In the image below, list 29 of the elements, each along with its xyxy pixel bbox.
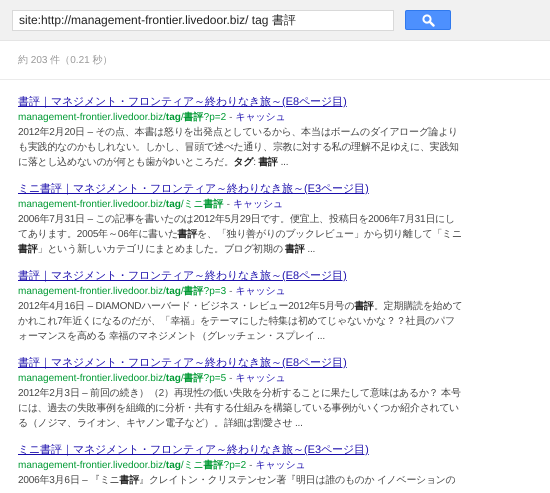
separator-dash: - <box>229 286 233 297</box>
search-button[interactable] <box>405 10 451 30</box>
search-field[interactable]: site:http://management-frontier.livedoor.biz/ tag 書評 <box>12 10 394 30</box>
result-url: management-frontier.livedoor.biz/tag/書評?p=5 <box>18 373 226 384</box>
result-title-link[interactable]: 書評｜マネジメント・フロンティア～終わりなき旅～(E8ページ目) <box>18 267 550 285</box>
separator-dash: - <box>226 199 230 210</box>
result-title-link[interactable]: 書評｜マネジメント・フロンティア～終わりなき旅～(E8ページ目) <box>18 354 550 372</box>
result-url: management-frontier.livedoor.biz/tag/書評?p=3 <box>18 286 226 297</box>
separator-dash: - <box>229 373 233 384</box>
cache-link[interactable]: キャッシュ <box>232 199 283 210</box>
cache-link[interactable]: キャッシュ <box>256 460 306 471</box>
result-snippet: 2012年2月20日 – その点、本書は怒りを出発点としているから、本当はボームのダイアローグ論よりも実践的なのかもしれない。しかし、冒頭で述べた通り、宗教に対する私の理解不足ゆえに、実践知に落とし込めないのが何とも歯がゆいところだ。タグ: 書評 ... <box>18 126 460 170</box>
cache-link[interactable]: キャッシュ <box>236 112 286 123</box>
result-url: management-frontier.livedoor.biz/tag/ミニ書評 <box>18 199 224 210</box>
result-title-link[interactable]: ミニ書評｜マネジメント・フロンティア～終わりなき旅～(E3ページ目) <box>18 180 550 198</box>
result-title-link[interactable]: 書評｜マネジメント・フロンティア～終わりなき旅～(E8ページ目) <box>18 93 550 111</box>
result-snippet: 2012年2月3日 – 前回の続き）（2）再現性の低い失敗を分析することに果たして意味はあるか？ 本号には、過去の失敗事例を組織的に分析・共有する仕組みを構築している事例がいくつか紹介されている（ノジマ、ライオン、キヤノン電子など）。詳細は割愛させ ... <box>18 386 462 431</box>
cache-link[interactable]: キャッシュ <box>236 286 286 297</box>
result-snippet: 2012年4月16日 – DIAMONDハーバード・ビジネス・レビュー2012年5月号の書評。定期購読を始めてかれこれ7年近くになるのだが、「幸福」をテーマにした特集は初めてじゃないかな？？社員のパフォーマンスを高める 幸福のマネジメント（グレッチェン・スプレイ ... <box>18 300 463 344</box>
result-url: management-frontier.livedoor.biz/tag/ミニ書評?p=2 <box>18 460 246 471</box>
separator-dash: - <box>229 112 233 123</box>
search-icon <box>422 14 434 26</box>
result-snippet: 2006年7月31日 – この記事を書いたのは2012年5月29日です。便宜上、投稿日を2006年7月31日にしてあります。2005年～06年に書いた書評を、「独り善がりのブックレビュー」から切り離して「ミニ書評」という新しいカテゴリにまとめました。ブログ初期の 書評 ... <box>18 212 463 257</box>
result-url: management-frontier.livedoor.biz/tag/書評?p=2 <box>18 112 226 123</box>
result-stats: 約 203 件（0.21 秒） <box>18 54 112 67</box>
cache-link[interactable]: キャッシュ <box>236 373 286 384</box>
result-snippet: 2006年3月6日 – 『ミニ書評』クレイトン・クリステンセン著『明日は誰のものか イノベーションの <box>18 474 456 488</box>
result-title-link[interactable]: ミニ書評｜マネジメント・フロンティア～終わりなき旅～(E3ページ目) <box>18 441 550 459</box>
separator-dash: - <box>249 460 253 471</box>
